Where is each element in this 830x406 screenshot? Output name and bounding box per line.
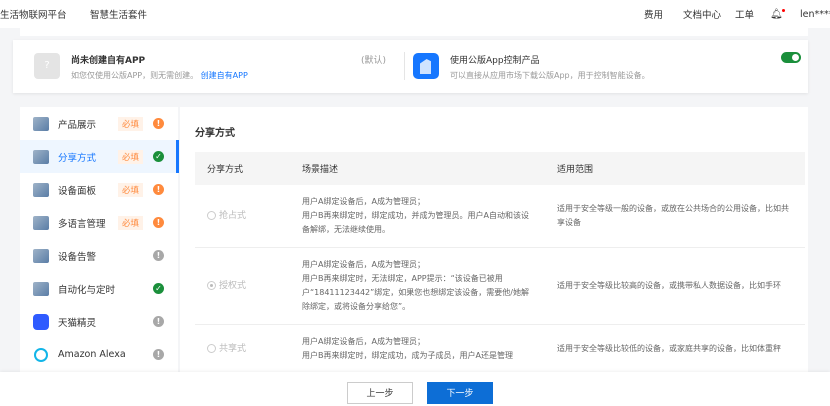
nav-docs[interactable]: 文档中心 [683,7,721,21]
table-row: 授权式 用户A绑定设备后，A成为管理员； 用户B再来绑定时，无法绑定，APP提示：… [195,247,805,325]
mode-radio[interactable]: 授权式 [195,247,290,325]
nav-smart-life-suite[interactable]: 智慧生活套件 [90,7,147,21]
exclamation-circle-icon: ! [153,118,164,129]
exclamation-circle-icon: ! [153,316,164,327]
table-row: 共享式 用户A绑定设备后，A成为管理员； 用户B再来绑定时，绑定成功，成为子成员，… [195,324,805,372]
app-config-card: ? 尚未创建自有APP 如您仅使用公版APP，则无需创建。 创建自有APP (默… [13,40,808,93]
next-step-button[interactable]: 下一步 [427,382,493,404]
sidebar-item[interactable]: 自动化与定时 ✓ [20,272,178,305]
module-icon [33,182,49,197]
desc-line-2: 用户B再来绑定时，绑定成功，并成为管理员。用户A自动和该设备解绑，无法继续使用。 [302,211,529,234]
nav-billing[interactable]: 费用 [644,7,663,21]
public-app-toggle[interactable] [781,52,801,63]
required-badge: 必填 [118,182,144,197]
section-title: 分享方式 [195,128,235,139]
col-header-desc: 场景描述 [290,152,545,185]
own-app-desc: 如您仅使用公版APP，则无需创建。 [71,71,199,80]
top-strip [20,28,808,36]
config-sidebar: 产品展示 必填 ! 分享方式 必填 ✓ 设备面板 必填 ! 多语言管理 必填 !… [20,107,179,372]
desc-line-2: 用户B再来绑定时，绑定成功，成为子成员，用户A还是管理 [302,351,513,360]
table-row: 抢占式 用户A绑定设备后，A成为管理员； 用户B再来绑定时，绑定成功，并成为管理员… [195,185,805,248]
desc-line-1: 用户A绑定设备后，A成为管理员； [302,197,425,206]
module-icon [33,149,49,164]
share-mode-table: 分享方式 场景描述 适用范围 抢占式 用户A绑定设备后，A成为管理员； 用户B再来… [195,152,805,372]
desc-line-2: 用户B再来绑定时，无法绑定，APP提示：“该设备已被用户“18411123442… [302,274,529,311]
nav-platform[interactable]: 生活物联网平台 [0,7,67,21]
check-circle-icon: ✓ [153,151,164,162]
sidebar-item-label: 分享方式 [58,152,97,164]
sidebar-item-label: 天猫精灵 [58,317,97,329]
sidebar-item[interactable]: 天猫精灵 ! [20,305,178,338]
divider [404,52,405,80]
share-mode-panel: 分享方式 分享方式 场景描述 适用范围 抢占式 用户A绑定设备后，A成为管理员；… [180,107,808,372]
exclamation-circle-icon: ! [153,184,164,195]
sidebar-item-label: Amazon Alexa [58,349,126,360]
mode-radio[interactable]: 共享式 [195,324,290,372]
required-badge: 必填 [118,215,144,230]
desc-line-1: 用户A绑定设备后，A成为管理员； [302,337,425,346]
mode-label: 授权式 [219,281,247,291]
required-badge: 必填 [118,149,144,164]
bell-icon[interactable]: 🔔︎ [770,8,785,20]
scope-cell: 适用于安全等级一般的设备，或放在公共场合的公用设备，比如共享设备 [545,185,805,248]
col-header-scope: 适用范围 [545,152,805,185]
radio-icon [207,344,216,353]
sidebar-item[interactable]: 设备告警 ! [20,239,178,272]
scope-cell: 适用于安全等级比较高的设备，或携带私人数据设备，比如手环 [545,247,805,325]
sidebar-item[interactable]: 设备面板 必填 ! [20,173,178,206]
sidebar-item-label: 设备告警 [58,251,97,263]
sidebar-item[interactable]: Amazon Alexa ! [20,338,178,371]
sidebar-item-label: 自动化与定时 [58,284,116,296]
top-nav: 生活物联网平台 智慧生活套件 费用 文档中心 工单 🔔︎ len**** [0,0,830,28]
sidebar-item[interactable]: 多语言管理 必填 ! [20,206,178,239]
question-app-icon: ? [34,53,60,79]
sidebar-item-label: 多语言管理 [58,218,106,230]
tmall-genie-icon [33,313,49,330]
col-header-mode: 分享方式 [195,152,290,185]
mode-label: 共享式 [219,344,247,354]
default-label: (默认) [361,56,387,66]
scope-cell: 适用于安全等级比较低的设备，或家庭共享的设备，比如体重秤 [545,324,805,372]
own-app-title: 尚未创建自有APP [71,56,146,66]
user-account[interactable]: len**** [800,9,830,20]
module-icon [33,116,49,131]
radio-icon [207,281,216,290]
sidebar-item-label: 设备面板 [58,185,97,197]
footer-bar: 上一步 下一步 [0,372,830,406]
public-app-desc: 可以直接从应用市场下载公版App，用于控制智能设备。 [450,71,650,80]
public-app-title: 使用公版App控制产品 [450,56,540,66]
public-app-icon [413,53,439,79]
create-own-app-link[interactable]: 创建自有APP [201,71,248,80]
sidebar-item-label: 产品展示 [58,119,97,131]
desc-line-1: 用户A绑定设备后，A成为管理员； [302,260,425,269]
mode-label: 抢占式 [219,211,247,221]
module-icon [33,248,49,263]
check-circle-icon: ✓ [153,283,164,294]
nav-tickets[interactable]: 工单 [735,7,754,21]
sidebar-item[interactable]: 分享方式 必填 ✓ [20,140,179,173]
exclamation-circle-icon: ! [153,250,164,261]
sidebar-item[interactable]: 产品展示 必填 ! [20,107,178,140]
radio-icon [207,211,216,220]
mode-radio[interactable]: 抢占式 [195,185,290,248]
required-badge: 必填 [118,116,144,131]
module-icon [33,215,49,230]
module-icon [33,281,49,296]
alexa-icon [34,347,48,362]
exclamation-circle-icon: ! [153,217,164,228]
exclamation-circle-icon: ! [153,349,164,360]
prev-step-button[interactable]: 上一步 [347,382,413,404]
